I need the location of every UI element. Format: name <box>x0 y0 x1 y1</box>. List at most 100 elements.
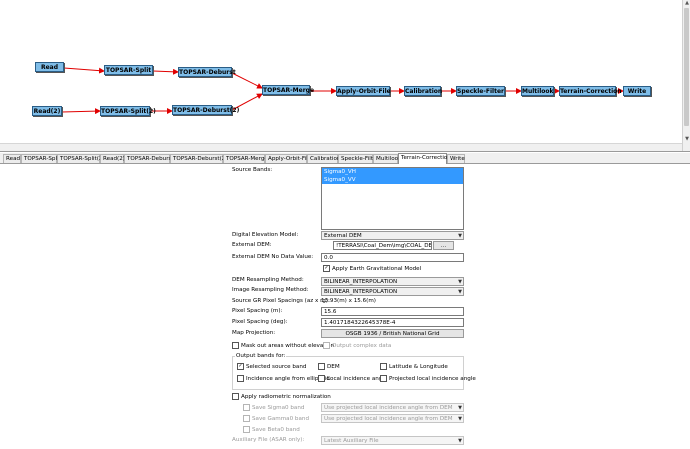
node-topsar-deburst-2[interactable]: TOPSAR-Deburst(2) <box>172 105 239 115</box>
save-sigma0-checkbox[interactable]: Save Sigma0 band <box>243 404 304 412</box>
pixel-spacing-deg-field[interactable]: 1.4017184322645378E-4 <box>321 318 464 327</box>
edge-read2-split2 <box>61 108 101 115</box>
nodata-field[interactable]: 0.0 <box>321 253 464 262</box>
image-resampling-select[interactable]: BILINEAR_INTERPOLATION ▼ <box>321 287 464 296</box>
dem-resampling-label: DEM Resampling Method: <box>232 277 304 283</box>
chevron-down-icon: ▼ <box>458 438 462 444</box>
node-multilook[interactable]: Multilook <box>521 86 554 96</box>
projected-local-incidence-label: Projected local incidence angle <box>389 376 476 382</box>
tab-topsar-deburst-2[interactable]: TOPSAR-Deburst(2) <box>170 154 228 163</box>
node-topsar-split-2[interactable]: TOPSAR-Split(2) <box>100 106 156 116</box>
external-dem-label: External DEM: <box>232 242 272 248</box>
edge-read-split <box>63 67 105 74</box>
dem-output-label: DEM <box>327 364 340 370</box>
terrain-correction-panel: Source Bands: Sigma0_VH Sigma0_VV Digita… <box>0 164 690 449</box>
tab-calibration[interactable]: Calibration <box>307 154 340 163</box>
tab-terrain-correction[interactable]: Terrain-Correction <box>398 153 451 164</box>
node-topsar-merge[interactable]: TOPSAR-Merge <box>262 85 314 95</box>
tab-topsar-deburst[interactable]: TOPSAR-Deburst <box>124 154 174 163</box>
gamma0-source-select[interactable]: Use projected local incidence angle from… <box>321 414 464 423</box>
sigma0-source-value: Use projected local incidence angle from… <box>324 405 453 411</box>
dem-select-value: External DEM <box>324 233 362 239</box>
output-bands-label: Output bands for: <box>235 353 287 359</box>
scroll-thumb[interactable] <box>684 8 689 126</box>
complex-checkbox[interactable]: Output complex data <box>323 342 391 350</box>
selected-source-band-checkbox[interactable]: ✓ Selected source band <box>237 363 306 371</box>
external-dem-field[interactable]: !TERRASI\Coal_Dem\img\COAL_DEM.tif <box>333 241 432 250</box>
graph-connections <box>61 67 624 115</box>
chevron-down-icon: ▼ <box>458 233 462 239</box>
chevron-down-icon: ▼ <box>458 416 462 422</box>
pixel-spacing-m-field[interactable]: 15.6 <box>321 307 464 316</box>
graph-vertical-scrollbar[interactable]: ▲ ▼ <box>682 0 690 151</box>
tab-speckle-filter[interactable]: Speckle-Filter <box>338 154 379 163</box>
node-apply-orbit-file[interactable]: Apply-Orbit-File <box>336 86 391 96</box>
tab-read-2[interactable]: Read(2) <box>100 154 125 163</box>
checkmark-icon: ✓ <box>323 265 330 272</box>
sigma0-source-select[interactable]: Use projected local incidence angle from… <box>321 403 464 412</box>
egm-checkbox[interactable]: ✓ Apply Earth Gravitational Model <box>323 265 421 273</box>
aux-file-select[interactable]: Latest Auxiliary File ▼ <box>321 436 464 445</box>
map-projection-button[interactable]: OSGB 1936 / British National Grid <box>321 329 464 338</box>
node-read-2[interactable]: Read(2) <box>32 106 62 116</box>
aux-file-label: Auxiliary File (ASAR only): <box>232 437 305 443</box>
node-speckle-filter[interactable]: Speckle-Filter <box>456 86 505 96</box>
node-terrain-correction[interactable]: Terrain-Correction <box>559 86 622 96</box>
dem-resampling-select[interactable]: BILINEAR_INTERPOLATION ▼ <box>321 277 464 286</box>
local-incidence-label: Local incidence angle <box>327 376 388 382</box>
gamma0-source-value: Use projected local incidence angle from… <box>324 416 453 422</box>
image-resampling-value: BILINEAR_INTERPOLATION <box>324 289 398 295</box>
tab-topsar-split[interactable]: TOPSAR-Split <box>21 154 61 163</box>
source-bands-list[interactable]: Sigma0_VH Sigma0_VV <box>321 167 464 230</box>
egm-label: Apply Earth Gravitational Model <box>332 266 422 272</box>
incidence-ellipsoid-checkbox[interactable]: Incidence angle from ellipsoid <box>237 375 330 383</box>
save-sigma0-label: Save Sigma0 band <box>252 405 305 411</box>
image-resampling-label: Image Resampling Method: <box>232 287 309 293</box>
node-read[interactable]: Read <box>35 62 64 72</box>
scroll-up-icon[interactable]: ▲ <box>683 0 690 6</box>
save-beta0-label: Save Beta0 band <box>252 427 300 433</box>
tab-multilook[interactable]: Multilook <box>373 154 401 163</box>
node-topsar-split[interactable]: TOPSAR-Split <box>104 65 153 75</box>
node-topsar-deburst[interactable]: TOPSAR-Deburst <box>178 67 236 77</box>
checkmark-icon: ✓ <box>237 363 244 370</box>
chevron-down-icon: ▼ <box>458 405 462 411</box>
browse-button[interactable]: ... <box>433 241 454 250</box>
output-bands-group <box>232 356 464 390</box>
dem-resampling-value: BILINEAR_INTERPOLATION <box>324 279 398 285</box>
scroll-down-icon[interactable]: ▼ <box>683 136 690 142</box>
dem-select[interactable]: External DEM ▼ <box>321 231 464 240</box>
tab-topsar-split-2[interactable]: TOPSAR-Split(2) <box>57 154 105 163</box>
graph-canvas[interactable]: Read TOPSAR-Split TOPSAR-Deburst Read(2)… <box>0 0 690 152</box>
projected-local-incidence-checkbox[interactable]: Projected local incidence angle <box>380 375 476 383</box>
edge-deburst-merge <box>231 72 263 89</box>
radiometric-normalization-checkbox[interactable]: Apply radiometric normalization <box>232 393 331 401</box>
map-projection-label: Map Projection: <box>232 330 276 336</box>
tab-read[interactable]: Read <box>3 154 21 163</box>
dem-output-checkbox[interactable]: DEM <box>318 363 340 371</box>
save-gamma0-label: Save Gamma0 band <box>252 416 310 422</box>
tab-write[interactable]: Write <box>447 154 465 163</box>
band-item[interactable]: Sigma0_VV <box>322 176 463 184</box>
chevron-down-icon: ▼ <box>458 279 462 285</box>
radiometric-normalization-label: Apply radiometric normalization <box>241 394 331 400</box>
lat-lon-label: Latitude & Longitude <box>389 364 448 370</box>
source-pixel-spacing-label: Source GR Pixel Spacings (az x rg): <box>232 298 330 304</box>
source-bands-label: Source Bands: <box>232 167 273 173</box>
save-gamma0-checkbox[interactable]: Save Gamma0 band <box>243 415 309 423</box>
edge-split-deburst <box>152 68 179 75</box>
band-item[interactable]: Sigma0_VH <box>322 168 463 176</box>
tab-apply-orbit-file[interactable]: Apply-Orbit-File <box>265 154 311 163</box>
save-beta0-checkbox[interactable]: Save Beta0 band <box>243 426 300 434</box>
node-calibration[interactable]: Calibration <box>404 86 442 96</box>
node-write[interactable]: Write <box>623 86 651 96</box>
nodata-label: External DEM No Data Value: <box>232 254 314 260</box>
lat-lon-checkbox[interactable]: Latitude & Longitude <box>380 363 448 371</box>
selected-source-band-label: Selected source band <box>246 364 307 370</box>
mask-checkbox[interactable]: Mask out areas without elevation <box>232 342 334 350</box>
local-incidence-checkbox[interactable]: Local incidence angle <box>318 375 387 383</box>
dem-label: Digital Elevation Model: <box>232 232 299 238</box>
chevron-down-icon: ▼ <box>458 289 462 295</box>
graph-horizontal-scrollbar[interactable] <box>0 143 682 151</box>
tab-topsar-merge[interactable]: TOPSAR-Merge <box>223 154 268 163</box>
